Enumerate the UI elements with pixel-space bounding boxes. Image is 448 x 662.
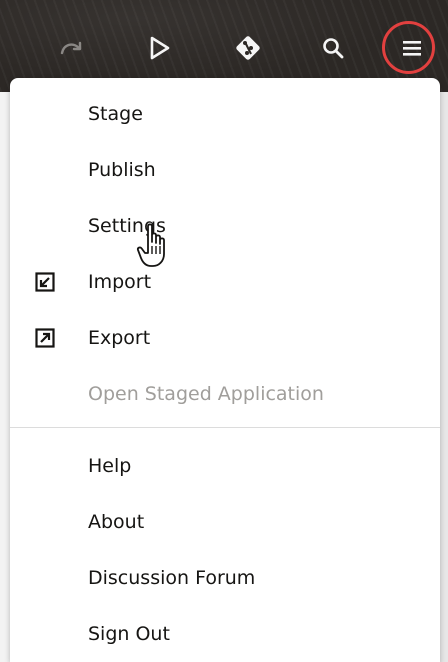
- menu-item-label: Export: [88, 327, 151, 349]
- menu-item-label: Import: [88, 271, 152, 293]
- background-page: [440, 92, 448, 662]
- play-icon[interactable]: [140, 28, 180, 68]
- export-icon: [34, 327, 56, 349]
- redo-icon[interactable]: [52, 28, 92, 68]
- menu-item-export[interactable]: Export: [10, 312, 440, 364]
- menu-item-label: Help: [88, 455, 132, 477]
- main-menu-dropdown: Stage Publish Settings Import Export Ope…: [10, 78, 440, 662]
- menu-item-label: Open Staged Application: [88, 383, 324, 405]
- git-icon[interactable]: [228, 28, 268, 68]
- menu-item-publish[interactable]: Publish: [10, 144, 440, 196]
- menu-item-import[interactable]: Import: [10, 256, 440, 308]
- menu-separator: [10, 427, 440, 428]
- menu-item-label: Settings: [88, 215, 166, 237]
- menu-item-open-staged-application: Open Staged Application: [10, 368, 440, 420]
- menu-item-settings[interactable]: Settings: [10, 200, 440, 252]
- menu-highlight-ring: [382, 21, 435, 74]
- menu-item-stage[interactable]: Stage: [10, 88, 440, 140]
- search-icon[interactable]: [313, 28, 353, 68]
- menu-item-label: Discussion Forum: [88, 567, 256, 589]
- menu-item-sign-out[interactable]: Sign Out: [10, 608, 440, 660]
- menu-item-label: About: [88, 511, 145, 533]
- menu-item-discussion-forum[interactable]: Discussion Forum: [10, 552, 440, 604]
- import-icon: [34, 271, 56, 293]
- menu-item-about[interactable]: About: [10, 496, 440, 548]
- menu-item-help[interactable]: Help: [10, 440, 440, 492]
- menu-item-label: Sign Out: [88, 623, 170, 645]
- menu-item-label: Publish: [88, 159, 156, 181]
- menu-item-label: Stage: [88, 103, 143, 125]
